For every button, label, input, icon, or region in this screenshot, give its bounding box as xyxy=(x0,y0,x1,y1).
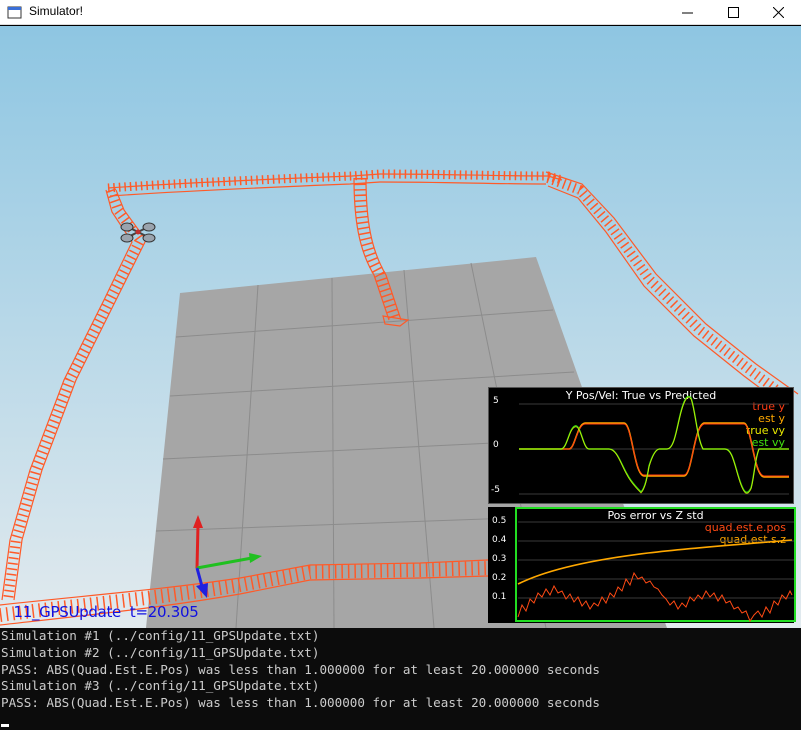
plot-lines xyxy=(517,521,794,623)
title-bar: Simulator! xyxy=(0,0,801,25)
console-line: PASS: ABS(Quad.Est.E.Pos) was less than … xyxy=(1,661,600,677)
minimize-icon xyxy=(681,12,693,14)
console-line: Simulation #2 (../config/11_GPSUpdate.tx… xyxy=(1,644,320,660)
console-output: Simulation #1 (../config/11_GPSUpdate.tx… xyxy=(0,628,801,730)
simulation-viewport[interactable]: 11_GPSUpdate t=20.305 Y Pos/Vel: True vs… xyxy=(0,26,801,628)
pos-error-plot[interactable]: Pos error vs Z std 0.5 0.4 0.3 0.2 0.1 q… xyxy=(488,507,796,623)
console-cursor-line xyxy=(1,712,801,729)
maximize-button[interactable] xyxy=(710,0,756,25)
text-cursor xyxy=(1,723,9,727)
app-icon xyxy=(7,6,22,19)
console-line: Simulation #3 (../config/11_GPSUpdate.tx… xyxy=(1,678,320,694)
plot-lines xyxy=(519,395,789,495)
minimize-button[interactable] xyxy=(664,0,710,25)
console-line: PASS: ABS(Quad.Est.E.Pos) was less than … xyxy=(1,695,600,711)
close-icon xyxy=(772,7,784,18)
window-title: Simulator! xyxy=(29,4,84,18)
y-pos-vel-plot[interactable]: Y Pos/Vel: True vs Predicted 5 0 -5 true… xyxy=(488,387,794,504)
close-button[interactable] xyxy=(755,0,801,25)
console-line: Simulation #1 (../config/11_GPSUpdate.tx… xyxy=(1,628,320,643)
simulation-status-label: 11_GPSUpdate t=20.305 xyxy=(9,603,199,621)
maximize-icon xyxy=(727,7,739,18)
